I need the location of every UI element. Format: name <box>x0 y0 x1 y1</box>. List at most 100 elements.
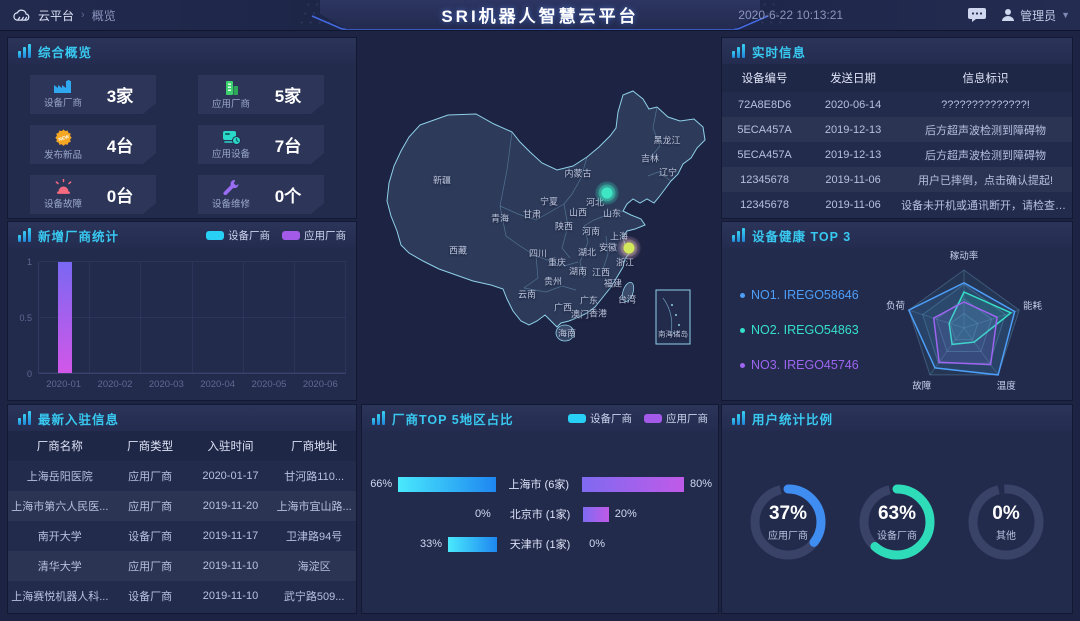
table-row: 上海赛悦机器人科...设备厂商2019-11-10武宁路509... <box>8 581 356 611</box>
province-label-河北: 河北 <box>586 196 604 209</box>
column-header: 信息标识 <box>899 70 1072 86</box>
dashboard: SRI机器人智慧云平台 云平台 › 概览 2020-6-22 10:13:21 <box>0 0 1080 621</box>
table-row: 上海岳阳医院应用厂商2020-01-17甘河路110... <box>8 461 356 491</box>
table-cell: 后方超声波检测到障碍物 <box>899 147 1072 163</box>
province-label-西藏: 西藏 <box>449 244 467 257</box>
table-cell: 2019-12-13 <box>807 124 899 136</box>
table-cell: 72A8E8D6 <box>722 99 807 111</box>
table-cell: 2019-11-06 <box>807 174 899 186</box>
svg-text:故障: 故障 <box>912 380 932 392</box>
stat-card-label: 设备维修 <box>212 196 250 210</box>
province-label-内蒙古: 内蒙古 <box>564 167 591 180</box>
legend-app-vendors[interactable]: 应用厂商 <box>644 411 708 426</box>
bar-chart-plot <box>38 262 346 374</box>
panel-realtime-title: 实时信息 <box>752 42 806 61</box>
table-cell: 2019-12-13 <box>807 149 899 161</box>
table-header-row: 厂商名称厂商类型入驻时间厂商地址 <box>8 431 356 461</box>
table-cell: 卫津路94号 <box>272 528 356 544</box>
breadcrumb-app[interactable]: 云平台 <box>38 7 74 24</box>
stat-card-value: 4台 <box>90 132 150 157</box>
stat-card-value: 0台 <box>90 182 150 207</box>
stat-card-device-faults[interactable]: 设备故障 0台 <box>30 175 156 214</box>
province-label-香港: 香港 <box>589 307 607 320</box>
stat-card-value: 7台 <box>258 132 318 157</box>
new-badge-icon: NEW <box>55 129 72 146</box>
app-title: SRI机器人智慧云平台 <box>441 2 638 27</box>
x-axis-labels: 2020-012020-022020-032020-042020-052020-… <box>38 379 346 393</box>
shanghai-marker[interactable] <box>624 243 635 254</box>
table-cell: 上海市宜山路... <box>272 498 356 514</box>
legend-app-vendors[interactable]: 应用厂商 <box>282 228 346 243</box>
table-cell: 12345678 <box>722 174 807 186</box>
column-header: 厂商类型 <box>112 438 189 454</box>
province-label-青海: 青海 <box>491 212 509 225</box>
column-header: 厂商名称 <box>8 438 112 454</box>
beijing-marker[interactable] <box>602 188 613 199</box>
tornado-row: 33%天津市 (1家)0% <box>362 529 718 559</box>
table-cell: 2019-11-06 <box>807 199 899 211</box>
province-label-贵州: 贵州 <box>544 275 562 288</box>
legend-device-vendors[interactable]: 设备厂商 <box>568 411 632 426</box>
table-cell: 设备未开机或通讯断开，请检查设备情况! <box>899 197 1072 213</box>
province-label-宁夏: 宁夏 <box>540 195 558 208</box>
province-label-吉林: 吉林 <box>641 152 659 165</box>
province-label-海南: 海南 <box>558 327 576 340</box>
alarm-icon <box>54 179 73 195</box>
bar-应用厂商 <box>58 262 72 373</box>
panel-new-vendors-header: 新增厂商统计 设备厂商 应用厂商 <box>8 222 356 248</box>
breadcrumb: 云平台 › 概览 <box>12 0 116 30</box>
table-cell: 清华大学 <box>8 558 112 574</box>
stat-card-new-products[interactable]: NEW 发布新品 4台 <box>30 125 156 164</box>
province-label-台湾: 台湾 <box>618 293 636 306</box>
donut-chart: 0%其他 <box>963 479 1049 565</box>
legend-device-vendors[interactable]: 设备厂商 <box>206 228 270 243</box>
stat-card-device-repairs[interactable]: 设备维修 0个 <box>198 175 324 214</box>
china-map[interactable]: 新疆青海西藏内蒙古黑龙江吉林辽宁河北山西山东甘肃宁夏陕西河南安徽上海湖北四川重庆… <box>360 30 720 405</box>
panel-title-bars-icon <box>732 411 745 425</box>
left-value-label: 0% <box>475 508 491 520</box>
panel-top5-title: 厂商TOP 5地区占比 <box>392 409 514 428</box>
breadcrumb-page[interactable]: 概览 <box>92 7 116 24</box>
table-row: 上海市第六人民医...应用厂商2019-11-20上海市宜山路... <box>8 491 356 521</box>
column-header: 厂商地址 <box>272 438 356 454</box>
tornado-chart: 66%上海市 (6家)80%0%北京市 (1家)20%33%天津市 (1家)0% <box>362 431 718 559</box>
table-cell: 5ECA457A <box>722 124 807 136</box>
panel-new-vendors-title: 新增厂商统计 <box>38 226 119 245</box>
svg-text:负荷: 负荷 <box>886 300 906 312</box>
region-label: 天津市 (1家) <box>497 536 583 552</box>
legend-label: 设备厂商 <box>590 411 632 426</box>
left-value-label: 33% <box>420 538 442 550</box>
table-cell: 12345678 <box>722 199 807 211</box>
radar-chart: 稼动率能耗温度故障负荷 <box>840 222 1070 400</box>
donut-label: 应用厂商 <box>768 527 808 542</box>
panel-top5-regions: 厂商TOP 5地区占比 设备厂商 应用厂商 66%上海市 (6家)80%0%北京… <box>362 405 718 613</box>
x-tick-label: 2020-03 <box>141 379 192 393</box>
stat-card-device-vendors[interactable]: 设备厂商 3家 <box>30 75 156 114</box>
panel-title-bars-icon <box>732 228 745 242</box>
stat-card-label: 设备故障 <box>44 196 82 210</box>
province-label-辽宁: 辽宁 <box>659 166 677 179</box>
table-cell: 后方超声波检测到障碍物 <box>899 122 1072 138</box>
panel-overview-title: 综合概览 <box>38 42 92 61</box>
svg-text:稼动率: 稼动率 <box>950 250 979 262</box>
table-cell: 2019-11-10 <box>189 560 273 572</box>
table-row: 清华大学应用厂商2019-11-10海淀区 <box>8 551 356 581</box>
legend-swatch <box>206 231 224 240</box>
user-menu[interactable]: 管理员 ▼ <box>1001 7 1070 24</box>
stat-card-label: 应用设备 <box>212 146 250 160</box>
panel-title-bars-icon <box>18 411 31 425</box>
table-row: 123456782019-11-06设备未开机或通讯断开，请检查设备情况! <box>722 192 1072 217</box>
message-icon[interactable] <box>967 7 987 23</box>
stat-card-app-devices[interactable]: 应用设备 7台 <box>198 125 324 164</box>
province-label-湖南: 湖南 <box>569 265 587 278</box>
device-icon <box>222 130 241 145</box>
stat-card-app-vendors[interactable]: 应用厂商 5家 <box>198 75 324 114</box>
user-icon <box>1001 8 1015 22</box>
header-right: 2020-6-22 10:13:21 管理员 ▼ <box>738 0 1070 30</box>
stat-card-label: 发布新品 <box>44 147 82 161</box>
top-header: SRI机器人智慧云平台 云平台 › 概览 2020-6-22 10:13:21 <box>0 0 1080 31</box>
panel-realtime-header: 实时信息 <box>722 38 1072 64</box>
legend-swatch <box>568 414 586 423</box>
province-label-湖北: 湖北 <box>578 246 596 259</box>
stat-card-value: 3家 <box>90 82 150 107</box>
